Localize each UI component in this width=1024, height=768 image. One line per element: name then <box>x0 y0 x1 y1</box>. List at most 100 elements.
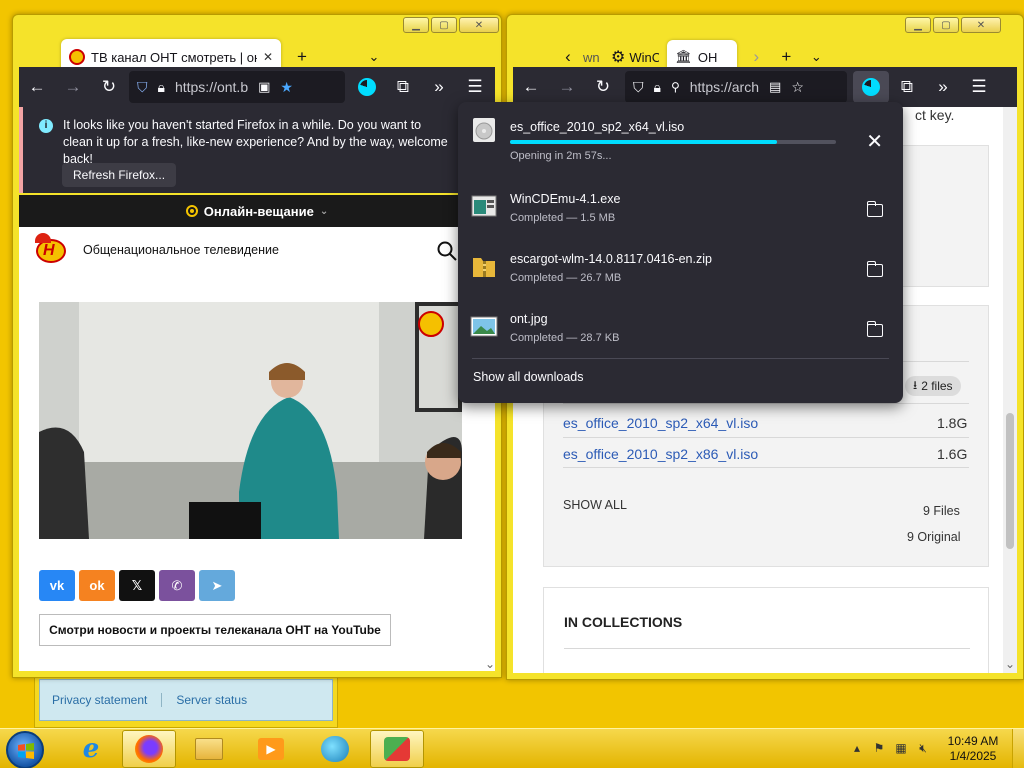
file-link-x86[interactable]: es_office_2010_sp2_x86_vl.iso <box>563 446 758 462</box>
ont-logo[interactable]: Н <box>33 233 71 267</box>
clock-date: 1/4/2025 <box>949 749 997 763</box>
download-status: Completed — 28.7 KB <box>510 332 620 344</box>
hamburger-menu-icon[interactable]: ☰ <box>961 71 997 103</box>
taskbar-firefox[interactable] <box>122 730 176 768</box>
cancel-download-icon[interactable]: ✕ <box>866 132 883 152</box>
page-scrollbar[interactable] <box>1003 107 1017 673</box>
scroll-down-arrow-icon[interactable]: ⌄ <box>485 657 495 671</box>
video-player[interactable] <box>39 302 462 539</box>
picture-in-picture-icon[interactable]: ▣ <box>258 79 270 95</box>
volume-muted-icon[interactable]: 🔇︎ <box>915 741 931 757</box>
reload-button[interactable]: ↻ <box>91 71 127 103</box>
close-window-button[interactable]: ✕ <box>961 17 1001 33</box>
download-item[interactable]: ont.jpg Completed — 28.7 KB <box>458 298 903 358</box>
download-status: Opening in 2m 57s... <box>510 150 612 162</box>
internet-explorer-icon: e <box>82 734 100 764</box>
start-button[interactable] <box>6 731 44 768</box>
tab-wn[interactable]: wn <box>583 50 605 65</box>
open-folder-icon[interactable] <box>866 321 883 337</box>
shield-icon[interactable]: ⛉ <box>137 79 148 96</box>
lock-icon[interactable]: 🔒︎ <box>654 79 661 96</box>
scrollbar-thumb[interactable] <box>1006 413 1014 549</box>
bookmark-star-icon[interactable]: ★ <box>280 79 293 96</box>
privacy-statement-link[interactable]: Privacy statement <box>52 693 147 707</box>
download-item[interactable]: es_office_2010_sp2_x64_vl.iso Opening in… <box>458 102 903 162</box>
url-bar[interactable]: ⛉ 🔒︎ https://ont.b ▣ ★ <box>129 71 345 103</box>
folder-icon <box>195 738 223 760</box>
clock[interactable]: 10:49 AM 1/4/2025 <box>934 734 1012 764</box>
notification-message: It looks like you haven't started Firefo… <box>63 118 448 166</box>
vk-share-button[interactable]: vk <box>39 570 75 601</box>
partial-text: ct key. <box>915 107 955 123</box>
open-folder-icon[interactable] <box>866 261 883 277</box>
minimize-button[interactable]: ▁ <box>905 17 931 33</box>
live-broadcast-strip[interactable]: Онлайн-вещание ⌄ <box>19 195 495 227</box>
download-status: Completed — 1.5 MB <box>510 212 616 224</box>
contacts-icon <box>384 737 410 761</box>
search-icon[interactable] <box>437 241 457 261</box>
firefox-icon <box>135 735 163 763</box>
maximize-button[interactable]: ▢ <box>431 17 457 33</box>
background-window-footer: Privacy statement Server status <box>39 679 333 721</box>
hamburger-menu-icon[interactable]: ☰ <box>457 71 493 103</box>
scroll-down-arrow-icon[interactable]: ⌄ <box>1005 657 1015 671</box>
close-window-button[interactable]: ✕ <box>459 17 499 33</box>
downloads-button[interactable] <box>349 71 385 103</box>
viber-share-button[interactable]: ✆ <box>159 570 195 601</box>
file-link-x64[interactable]: es_office_2010_sp2_x64_vl.iso <box>563 415 758 431</box>
download-item[interactable]: escargot-wlm-14.0.8117.0416-en.zip Compl… <box>458 238 903 298</box>
url-bar[interactable]: ⛉ 🔒︎ ⚲ https://arch ▤ ☆ <box>625 71 847 103</box>
minimize-button[interactable]: ▁ <box>403 17 429 33</box>
back-button[interactable]: ← <box>19 71 55 103</box>
extensions-icon[interactable]: ⧉ <box>385 71 421 103</box>
url-text[interactable]: https://arch <box>690 79 759 95</box>
telegram-share-button[interactable]: ➤ <box>199 570 235 601</box>
forward-button[interactable]: → <box>55 71 91 103</box>
reload-button[interactable]: ↻ <box>585 71 621 103</box>
installer-icon <box>471 195 497 217</box>
lock-icon[interactable]: 🔒︎ <box>158 79 165 96</box>
shield-icon[interactable]: ⛉ <box>633 79 644 96</box>
show-all-link[interactable]: SHOW ALL <box>563 498 627 512</box>
taskbar-messenger[interactable] <box>308 730 362 768</box>
downloads-button-active[interactable] <box>853 71 889 103</box>
show-hidden-icons-icon[interactable]: ▴ <box>849 741 865 757</box>
ok-share-button[interactable]: ok <box>79 570 115 601</box>
taskbar-internet-explorer[interactable]: e <box>64 730 118 768</box>
extensions-icon[interactable]: ⧉ <box>889 71 925 103</box>
collections-card: IN COLLECTIONS <box>543 587 989 673</box>
reader-view-icon[interactable]: ▤ <box>769 79 781 95</box>
site-name: Общенациональное телевидение <box>83 243 279 257</box>
disc-image-icon <box>473 118 495 142</box>
files-count-pill[interactable]: ⭳ 2 files <box>905 376 961 396</box>
url-text[interactable]: https://ont.b <box>175 79 248 95</box>
maximize-button[interactable]: ▢ <box>933 17 959 33</box>
action-center-icon[interactable]: ⚑ <box>871 741 887 757</box>
network-icon[interactable]: ▦ <box>893 741 909 757</box>
show-desktop-button[interactable] <box>1012 729 1024 768</box>
overflow-menu-icon[interactable]: » <box>925 71 961 103</box>
tab-close-icon[interactable]: ✕ <box>263 50 273 64</box>
youtube-channel-button[interactable]: Смотри новости и проекты телеканала ОНТ … <box>39 614 391 646</box>
windows-logo-icon <box>18 743 34 759</box>
overflow-menu-icon[interactable]: » <box>421 71 457 103</box>
back-button[interactable]: ← <box>513 71 549 103</box>
downloads-panel: es_office_2010_sp2_x64_vl.iso Opening in… <box>458 102 903 403</box>
show-all-downloads-link[interactable]: Show all downloads <box>473 370 584 384</box>
download-item[interactable]: WinCDEmu-4.1.exe Completed — 1.5 MB <box>458 178 903 238</box>
download-filename: WinCDEmu-4.1.exe <box>510 192 621 206</box>
firefox-refresh-notification: i It looks like you haven't started Fire… <box>19 107 495 193</box>
tab-wincdemu[interactable]: ⚙ WinCl <box>611 47 659 67</box>
refresh-firefox-button[interactable]: Refresh Firefox... <box>62 163 177 187</box>
server-status-link[interactable]: Server status <box>176 693 247 707</box>
open-folder-icon[interactable] <box>866 201 883 217</box>
taskbar-media-player[interactable]: ▶ <box>244 730 298 768</box>
taskbar-file-explorer[interactable] <box>182 730 236 768</box>
forward-button[interactable]: → <box>549 71 585 103</box>
file-count[interactable]: 9 Files <box>923 504 960 518</box>
bookmark-star-icon[interactable]: ☆ <box>791 79 804 96</box>
taskbar-contacts[interactable] <box>370 730 424 768</box>
original-count[interactable]: 9 Original <box>907 530 961 544</box>
x-share-button[interactable]: 𝕏 <box>119 570 155 601</box>
permissions-icon[interactable]: ⚲ <box>671 80 680 94</box>
